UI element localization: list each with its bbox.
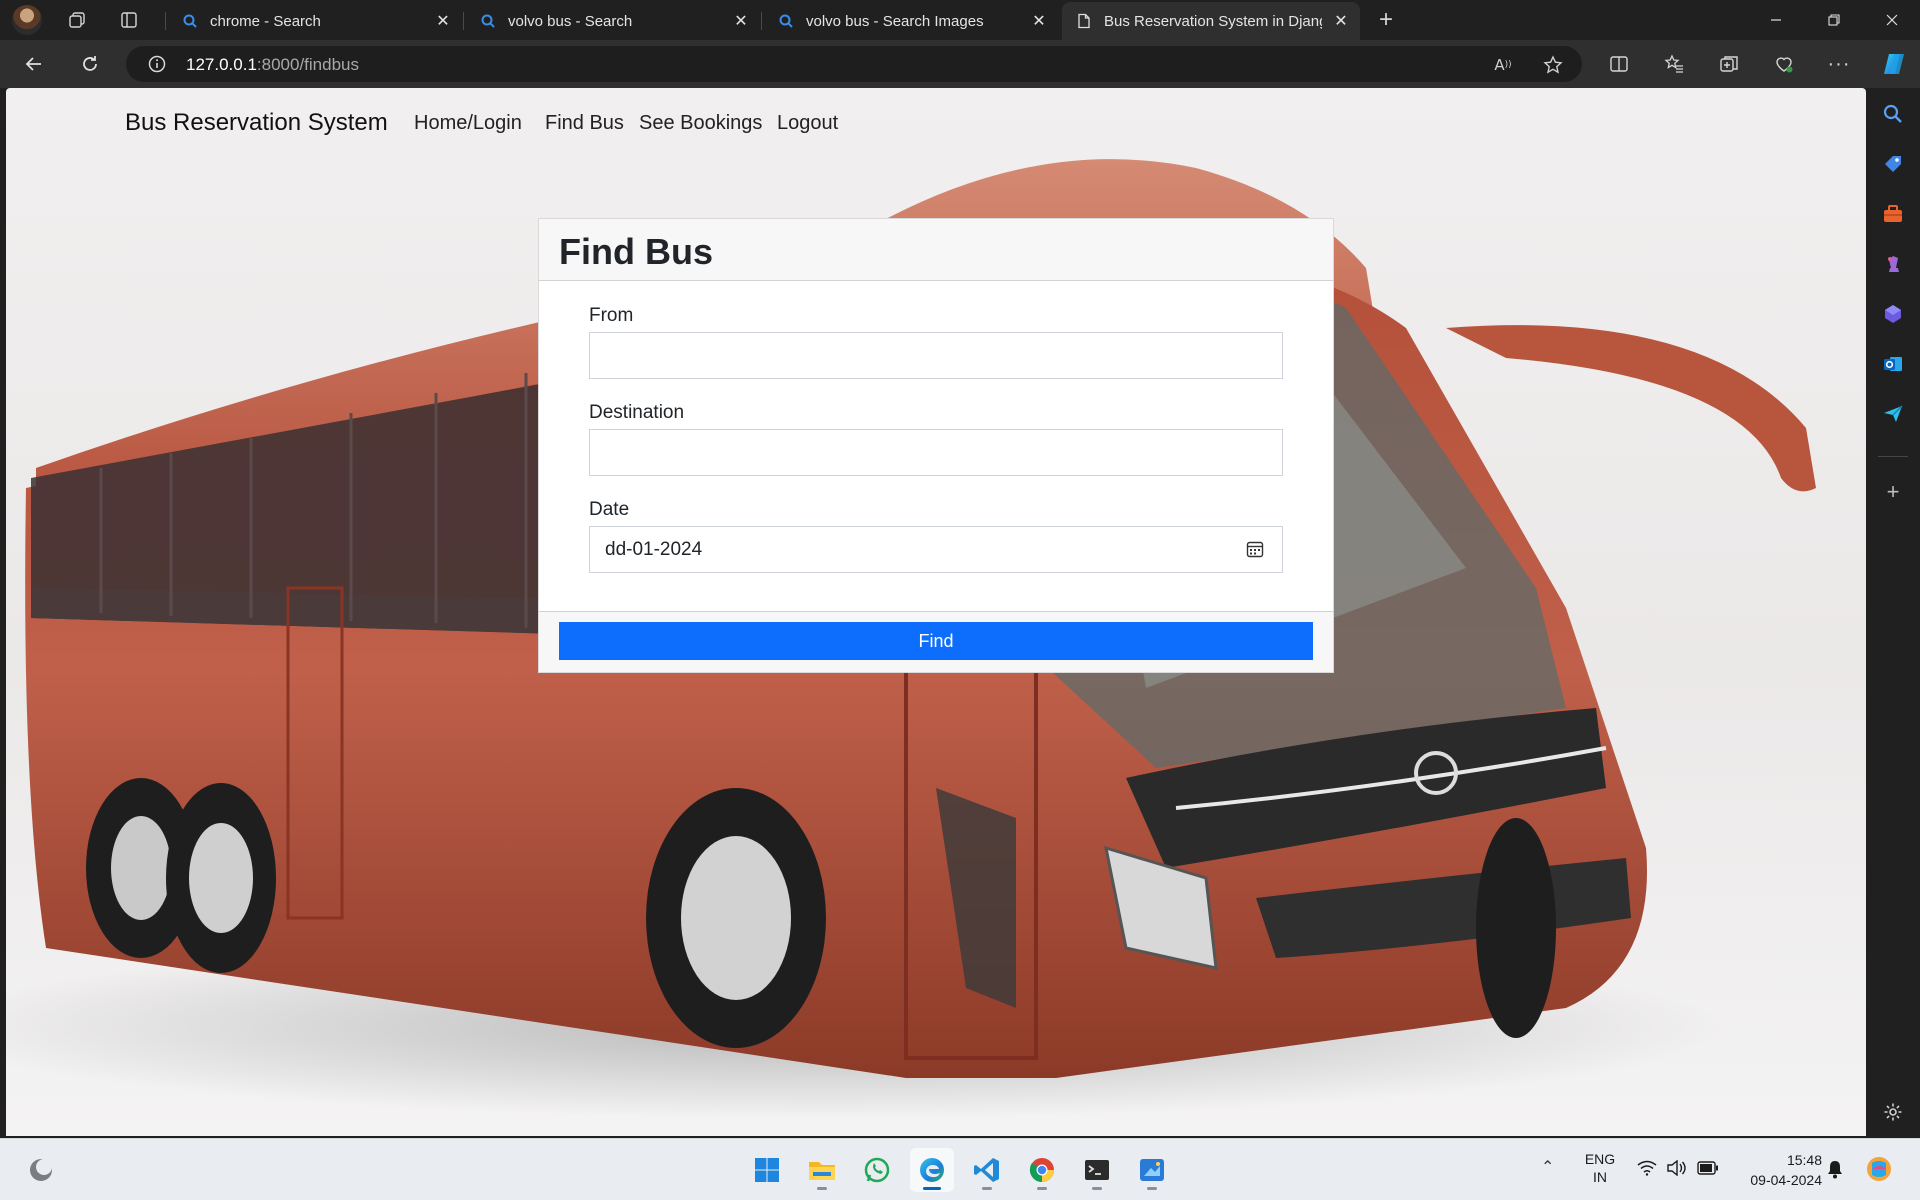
outlook-icon[interactable] bbox=[1881, 352, 1905, 376]
vertical-tabs-icon[interactable] bbox=[114, 6, 144, 34]
close-window-icon[interactable] bbox=[1864, 0, 1920, 40]
tab-bus-reservation[interactable]: Bus Reservation System in Django ✕ bbox=[1062, 2, 1360, 40]
copilot-icon[interactable] bbox=[1880, 50, 1908, 78]
workspaces-icon[interactable] bbox=[62, 6, 92, 34]
calendar-icon[interactable] bbox=[1246, 540, 1264, 558]
close-icon[interactable]: ✕ bbox=[1332, 11, 1350, 31]
date-label: Date bbox=[589, 499, 630, 520]
file-explorer-icon[interactable] bbox=[800, 1148, 844, 1192]
info-icon[interactable] bbox=[148, 55, 166, 73]
edge-sidebar: + bbox=[1866, 88, 1920, 1138]
search-icon bbox=[183, 14, 197, 28]
refresh-icon[interactable] bbox=[72, 48, 108, 80]
close-icon[interactable]: ✕ bbox=[1030, 11, 1048, 31]
clock[interactable]: 15:48 09-04-2024 bbox=[1734, 1150, 1822, 1190]
profile-avatar[interactable] bbox=[12, 5, 42, 35]
url-text[interactable]: 127.0.0.1:8000/findbus bbox=[186, 55, 359, 75]
new-tab-icon[interactable]: + bbox=[1371, 6, 1401, 34]
tab-chrome-search[interactable]: chrome - Search ✕ bbox=[168, 2, 462, 40]
destination-input[interactable] bbox=[589, 429, 1283, 476]
clock-time: 15:48 bbox=[1786, 1152, 1822, 1168]
favorite-star-icon[interactable] bbox=[1542, 54, 1564, 76]
back-icon[interactable] bbox=[16, 48, 52, 80]
minimize-icon[interactable] bbox=[1748, 0, 1804, 40]
find-button[interactable]: Find bbox=[559, 622, 1313, 660]
tab-title: chrome - Search bbox=[210, 12, 321, 30]
close-icon[interactable]: ✕ bbox=[732, 11, 750, 31]
address-bar[interactable]: 127.0.0.1:8000/findbus A)) bbox=[126, 46, 1582, 82]
search-icon bbox=[481, 14, 495, 28]
notification-bell-icon[interactable] bbox=[1826, 1159, 1844, 1184]
sidebar-settings-icon[interactable] bbox=[1881, 1100, 1905, 1124]
restore-icon[interactable] bbox=[1806, 0, 1862, 40]
close-icon[interactable]: ✕ bbox=[434, 11, 452, 31]
date-input[interactable]: dd-01-2024 bbox=[589, 526, 1283, 573]
nav-find-bus[interactable]: Find Bus bbox=[545, 112, 624, 135]
battery-icon[interactable] bbox=[1697, 1161, 1719, 1180]
tab-title: volvo bus - Search Images bbox=[806, 12, 984, 30]
widgets-icon[interactable] bbox=[19, 1148, 63, 1192]
tab-title: Bus Reservation System in Django bbox=[1104, 12, 1322, 30]
send-drop-icon[interactable] bbox=[1881, 402, 1905, 426]
vscode-icon[interactable] bbox=[965, 1148, 1009, 1192]
windows-start-icon[interactable] bbox=[745, 1148, 789, 1192]
tab-volvo-bus-search[interactable]: volvo bus - Search ✕ bbox=[466, 2, 760, 40]
windows-taskbar: ⌃ ENG IN 15:48 09-04-2024 bbox=[0, 1138, 1920, 1200]
nav-see-bookings[interactable]: See Bookings bbox=[639, 112, 762, 135]
page-icon bbox=[1078, 13, 1090, 29]
games-chess-icon[interactable] bbox=[1881, 252, 1905, 276]
edge-icon[interactable] bbox=[910, 1148, 954, 1192]
wifi-icon[interactable] bbox=[1637, 1160, 1657, 1181]
read-aloud-icon[interactable]: A)) bbox=[1492, 54, 1514, 76]
shopping-tag-icon[interactable] bbox=[1881, 152, 1905, 176]
split-screen-icon[interactable] bbox=[1605, 50, 1633, 78]
language-line1: ENG bbox=[1584, 1151, 1616, 1167]
card-footer: Find bbox=[539, 611, 1333, 672]
find-bus-card: Find Bus From Destination Date dd-01-202… bbox=[538, 218, 1334, 673]
tab-title: volvo bus - Search bbox=[508, 12, 633, 30]
page-viewport: Bus Reservation System Home/Login Find B… bbox=[6, 88, 1866, 1136]
nav-logout[interactable]: Logout bbox=[777, 112, 838, 135]
collections-icon[interactable] bbox=[1715, 50, 1743, 78]
sidebar-divider bbox=[1878, 456, 1908, 457]
copilot-taskbar-icon[interactable] bbox=[1864, 1154, 1894, 1189]
show-hidden-icons-icon[interactable]: ⌃ bbox=[1541, 1157, 1554, 1177]
tab-volvo-bus-images[interactable]: volvo bus - Search Images ✕ bbox=[764, 2, 1058, 40]
paint-icon[interactable] bbox=[1130, 1148, 1174, 1192]
favorites-icon[interactable] bbox=[1660, 50, 1688, 78]
chrome-icon[interactable] bbox=[1020, 1148, 1064, 1192]
card-title: Find Bus bbox=[559, 231, 713, 272]
add-sidebar-app-icon[interactable]: + bbox=[1881, 479, 1905, 504]
nav-home-login[interactable]: Home/Login bbox=[414, 112, 522, 135]
language-line2: IN bbox=[1593, 1169, 1607, 1185]
search-icon[interactable] bbox=[1881, 102, 1905, 126]
from-label: From bbox=[589, 305, 634, 326]
terminal-icon[interactable] bbox=[1075, 1148, 1119, 1192]
clock-date: 09-04-2024 bbox=[1750, 1172, 1822, 1188]
date-value: dd-01-2024 bbox=[605, 539, 703, 560]
site-brand[interactable]: Bus Reservation System bbox=[125, 109, 388, 137]
search-icon bbox=[779, 14, 793, 28]
destination-label: Destination bbox=[589, 402, 685, 423]
tools-briefcase-icon[interactable] bbox=[1881, 202, 1905, 226]
more-options-icon[interactable]: ··· bbox=[1825, 50, 1853, 78]
copilot-designer-icon[interactable] bbox=[1881, 302, 1905, 326]
input-language[interactable]: ENG IN bbox=[1580, 1150, 1620, 1186]
whatsapp-icon[interactable] bbox=[855, 1148, 899, 1192]
from-input[interactable] bbox=[589, 332, 1283, 379]
tab-strip: chrome - Search ✕ volvo bus - Search ✕ v… bbox=[0, 0, 1920, 40]
browser-toolbar: 127.0.0.1:8000/findbus A)) ··· bbox=[0, 40, 1920, 88]
volume-icon[interactable] bbox=[1666, 1159, 1686, 1181]
site-navbar: Bus Reservation System Home/Login Find B… bbox=[6, 88, 1866, 160]
card-header: Find Bus bbox=[539, 219, 1333, 281]
browser-essentials-icon[interactable] bbox=[1770, 50, 1798, 78]
